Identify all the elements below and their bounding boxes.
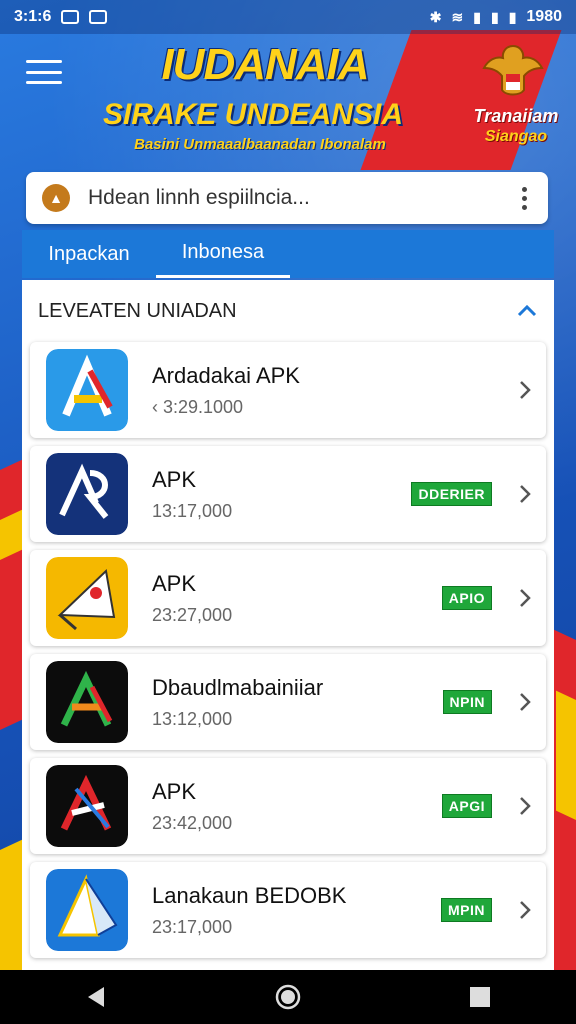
more-options-icon[interactable] xyxy=(516,186,532,210)
app-list: Ardadakai APK ‹ 3:29.1000 APK 13:17,000 … xyxy=(22,342,554,958)
app-size: ‹ 3:29.1000 xyxy=(152,396,244,417)
banner-tagline: Basini Unmaaalbaanadan Ibonalam xyxy=(134,136,386,153)
app-name: APK xyxy=(152,570,197,596)
chevron-right-icon xyxy=(520,381,531,399)
app-icon xyxy=(46,869,128,951)
status-right-text: 1980 xyxy=(526,8,562,25)
list-item[interactable]: Dbaudlmabainiiar 13:12,000 NPIN xyxy=(30,654,546,750)
chevron-right-icon xyxy=(520,901,531,919)
signal-icon-2: ▮ xyxy=(490,8,499,25)
status-badge: APGI xyxy=(441,794,492,818)
battery-icon: ▮ xyxy=(508,8,517,25)
chevron-right-icon xyxy=(520,485,531,503)
header: IUDANAIA SIRAKE UNDEANSIA Basini Unmaaal… xyxy=(0,34,576,170)
chevron-right-icon xyxy=(520,693,531,711)
notification-icon xyxy=(89,10,108,24)
banner-title: IUDANAIA xyxy=(161,40,369,89)
recents-icon[interactable] xyxy=(460,977,500,1017)
app-list-panel: LEVEATEN UNIADAN Ardadakai APK ‹ 3:29.10… xyxy=(22,280,554,970)
search-input[interactable] xyxy=(88,186,516,210)
status-bar: 3:1:6 ✱ ≋ ▮ ▮ ▮ 1980 xyxy=(0,0,576,34)
status-badge: MPIN xyxy=(441,898,492,922)
banner-subtitle: SIRAKE UNDEANSIA xyxy=(102,98,404,131)
app-name: APK xyxy=(152,778,197,804)
list-item[interactable]: APK 23:42,000 APGI xyxy=(30,758,546,854)
garuda-emblem-icon xyxy=(482,44,544,96)
tab-inbonesa[interactable]: Inbonesa xyxy=(156,230,290,278)
app-icon xyxy=(46,765,128,847)
bluetooth-icon: ✱ xyxy=(429,8,442,25)
app-icon xyxy=(46,661,128,743)
chevron-up-icon[interactable] xyxy=(516,300,538,322)
list-item[interactable]: APK 23:27,000 APIO xyxy=(30,550,546,646)
section-title: LEVEATEN UNIADAN xyxy=(38,299,237,322)
tab-bar: Inpackan Inbonesa xyxy=(22,230,554,278)
badge-subtitle: Siangao xyxy=(484,128,548,145)
search-bar[interactable]: ▲ xyxy=(26,172,548,224)
app-size: 23:42,000 xyxy=(152,812,233,833)
app-icon xyxy=(46,557,128,639)
chevron-right-icon xyxy=(520,797,531,815)
badge-title: Tranaiiam xyxy=(473,106,559,126)
app-logo-icon: ▲ xyxy=(42,184,70,212)
list-item[interactable]: Ardadakai APK ‹ 3:29.1000 xyxy=(30,342,546,438)
app-icon xyxy=(46,453,128,535)
app-name: Dbaudlmabainiiar xyxy=(152,674,324,700)
app-size: 23:27,000 xyxy=(152,604,233,625)
status-badge: APIO xyxy=(441,586,492,610)
list-item[interactable]: APK 13:17,000 DDERIER xyxy=(30,446,546,542)
back-icon[interactable] xyxy=(76,977,116,1017)
gamepad-icon xyxy=(61,10,80,24)
status-badge: DDERIER xyxy=(411,482,492,506)
app-size: 13:12,000 xyxy=(152,708,233,729)
home-icon[interactable] xyxy=(268,977,308,1017)
app-size: 13:17,000 xyxy=(152,500,233,521)
app-name: Ardadakai APK xyxy=(152,362,300,388)
app-size: 23:17,000 xyxy=(152,916,233,937)
app-name: APK xyxy=(152,466,197,492)
status-time: 3:1:6 xyxy=(14,8,52,25)
list-item[interactable]: Lanakaun BEDOBK 23:17,000 MPIN xyxy=(30,862,546,958)
section-header[interactable]: LEVEATEN UNIADAN xyxy=(22,280,554,342)
signal-icon: ▮ xyxy=(473,8,481,25)
wifi-icon: ≋ xyxy=(451,8,464,25)
hamburger-menu-icon[interactable] xyxy=(26,60,62,84)
status-badge: NPIN xyxy=(442,690,492,714)
chevron-right-icon xyxy=(520,589,531,607)
tab-inpackan[interactable]: Inpackan xyxy=(22,230,156,278)
app-name: Lanakaun BEDOBK xyxy=(152,882,347,908)
app-icon xyxy=(46,349,128,431)
system-nav-bar xyxy=(0,970,576,1024)
